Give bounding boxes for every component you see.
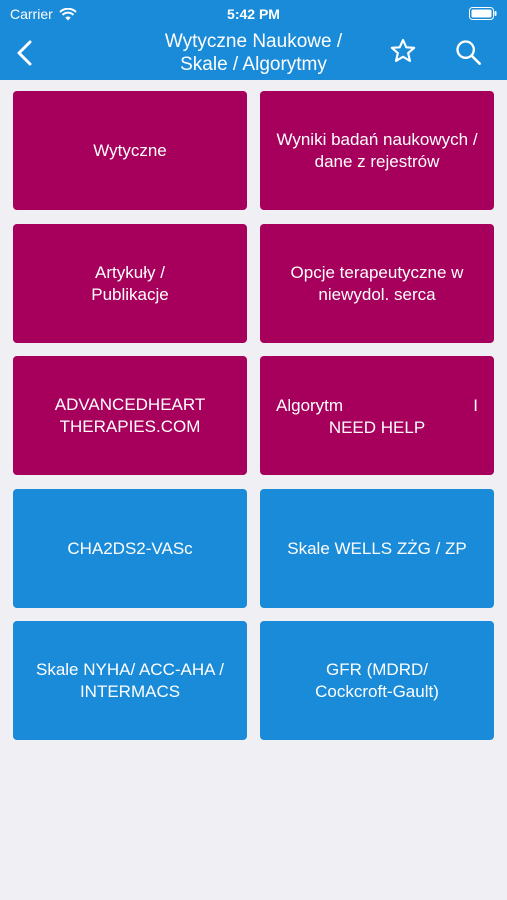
tile-label: Wyniki badań naukowych / dane z rejestró… [276,129,478,171]
star-icon[interactable] [389,37,417,65]
tile-label-right: I [473,396,478,415]
page-title-line2: Skale / Algorytmy [180,54,327,75]
tile-skale-nyha[interactable]: Skale NYHA/ ACC-AHA / INTERMACS [13,621,247,740]
tile-label-line2: Publikacje [91,284,169,304]
tile-skale-wells[interactable]: Skale WELLS ZŻG / ZP [260,489,494,608]
page-title-line1: Wytyczne Naukowe / [164,31,343,52]
tile-wyniki-badan[interactable]: Wyniki badań naukowych / dane z rejestró… [260,91,494,210]
tile-label-line2: THERAPIES.COM [59,416,201,436]
tile-label-line2: NEED HELP [328,418,426,437]
tile-opcje-terapeutyczne[interactable]: Opcje terapeutyczne w niewydol. serca [260,224,494,343]
status-time: 5:42 PM [227,6,280,22]
tile-advanced-heart-therapies[interactable]: ADVANCEDHEART THERAPIES.COM [13,356,247,475]
tile-label-line1: ADVANCEDHEART [54,394,206,414]
battery-icon [469,7,497,20]
page-title: Wytyczne Naukowe / Skale / Algorytmy [100,30,407,76]
tile-label-line1: GFR (MDRD/ [326,659,428,679]
tile-cha2ds2-vasc[interactable]: CHA2DS2-VASc [13,489,247,608]
status-bar: Carrier 5:42 PM [0,0,507,28]
tile-algorytm-need-help[interactable]: Algorytm I NEED HELP [260,356,494,475]
tile-label: CHA2DS2-VASc [67,538,193,558]
tile-label: Skale NYHA/ ACC-AHA / INTERMACS [35,659,224,701]
tile-label-line1: Artykuły / [95,262,165,282]
search-icon[interactable] [454,38,482,66]
tile-label-left: Algorytm [276,396,344,415]
tile-wytyczne[interactable]: Wytyczne [13,91,247,210]
tile-label: Skale WELLS ZŻG / ZP [287,538,467,558]
tile-gfr[interactable]: GFR (MDRD/ Cockcroft-Gault) [260,621,494,740]
back-chevron-icon[interactable] [12,38,40,68]
tile-artykuly[interactable]: Artykuły / Publikacje [13,224,247,343]
header-bar: Carrier 5:42 PM Wytyczne Naukowe / Skale… [0,0,507,80]
tile-label: Wytyczne [93,140,167,160]
tile-label: Opcje terapeutyczne w niewydol. serca [290,262,464,304]
tile-label-line2: Cockcroft-Gault) [315,681,439,701]
navigation-bar: Wytyczne Naukowe / Skale / Algorytmy [0,28,507,80]
